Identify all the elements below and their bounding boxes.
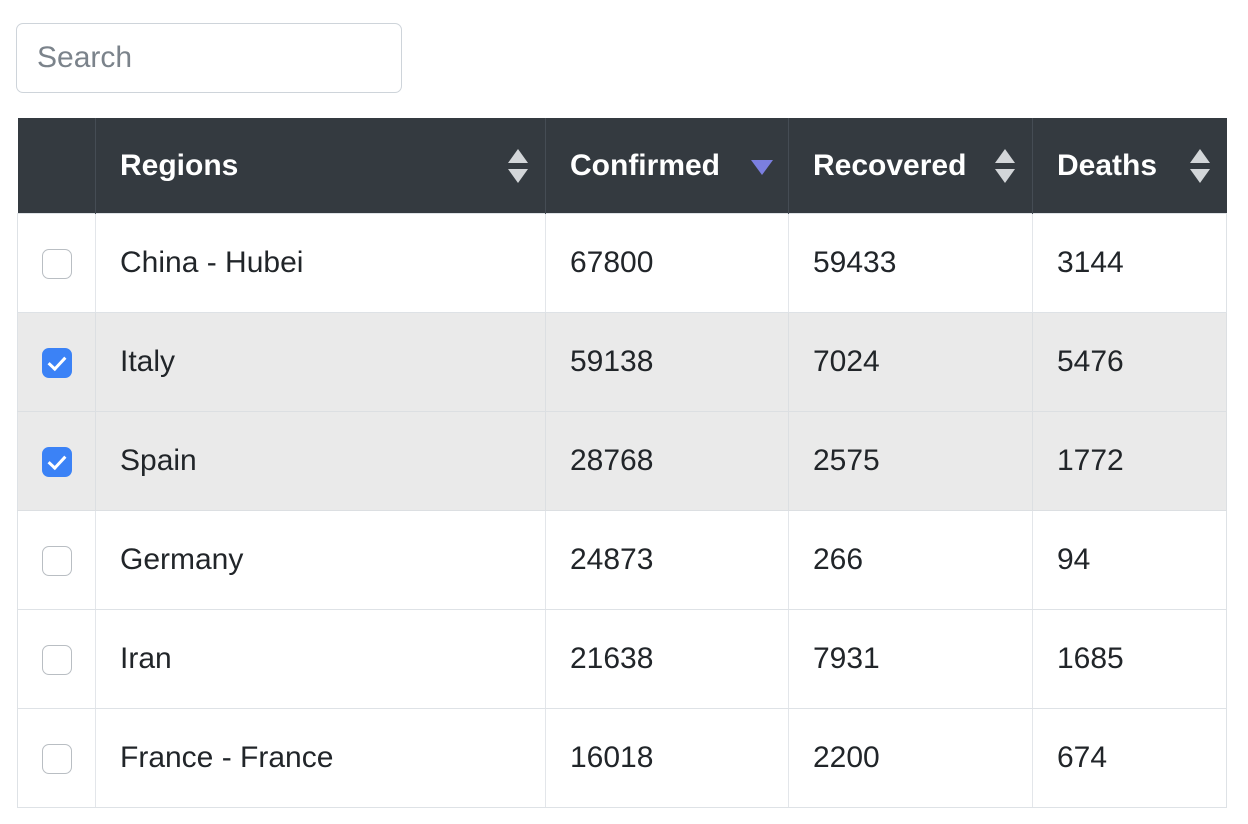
column-header-deaths-label: Deaths: [1057, 148, 1158, 182]
sort-desc-icon[interactable]: [751, 149, 773, 183]
column-header-select: [17, 118, 96, 214]
sort-both-icon[interactable]: [995, 148, 1015, 183]
cell-region: France - France: [95, 708, 546, 808]
cell-confirmed: 59138: [545, 312, 789, 412]
cell-region: Germany: [95, 510, 546, 610]
cell-recovered: 2575: [788, 411, 1033, 511]
search-container: [16, 23, 402, 93]
cell-confirmed: 24873: [545, 510, 789, 610]
cell-deaths: 3144: [1032, 213, 1227, 313]
column-header-deaths[interactable]: Deaths: [1032, 118, 1227, 214]
cell-region: China - Hubei: [95, 213, 546, 313]
table-body: China - Hubei 67800 59433 3144 Italy 591…: [17, 213, 1227, 808]
regions-table: Regions Confirmed Recovered Deaths China…: [17, 118, 1227, 808]
cell-recovered: 2200: [788, 708, 1033, 808]
row-checkbox[interactable]: [41, 249, 72, 280]
regions-table-container: Regions Confirmed Recovered Deaths China…: [17, 118, 1227, 808]
row-checkbox[interactable]: [41, 645, 72, 676]
row-select-cell[interactable]: [17, 213, 96, 313]
column-header-regions-label: Regions: [120, 148, 239, 182]
cell-deaths: 674: [1032, 708, 1227, 808]
row-select-cell[interactable]: [17, 609, 96, 709]
column-header-regions[interactable]: Regions: [95, 118, 546, 214]
sort-both-icon[interactable]: [508, 148, 528, 183]
row-checkbox[interactable]: [41, 744, 72, 775]
table-row[interactable]: France - France 16018 2200 674: [17, 708, 1227, 808]
cell-confirmed: 16018: [545, 708, 789, 808]
column-header-confirmed[interactable]: Confirmed: [545, 118, 789, 214]
cell-confirmed: 67800: [545, 213, 789, 313]
table-row[interactable]: Iran 21638 7931 1685: [17, 609, 1227, 709]
row-select-cell[interactable]: [17, 411, 96, 511]
row-select-cell[interactable]: [17, 312, 96, 412]
cell-region: Iran: [95, 609, 546, 709]
column-header-recovered[interactable]: Recovered: [788, 118, 1033, 214]
table-header: Regions Confirmed Recovered Deaths: [17, 118, 1227, 214]
cell-deaths: 94: [1032, 510, 1227, 610]
table-row[interactable]: Spain 28768 2575 1772: [17, 411, 1227, 511]
table-header-row: Regions Confirmed Recovered Deaths: [17, 118, 1227, 214]
cell-confirmed: 21638: [545, 609, 789, 709]
cell-recovered: 59433: [788, 213, 1033, 313]
column-header-recovered-label: Recovered: [813, 148, 967, 182]
row-checkbox[interactable]: [41, 546, 72, 577]
cell-deaths: 1685: [1032, 609, 1227, 709]
cell-region: Italy: [95, 312, 546, 412]
sort-both-icon[interactable]: [1189, 148, 1210, 183]
cell-deaths: 5476: [1032, 312, 1227, 412]
cell-recovered: 7024: [788, 312, 1033, 412]
row-checkbox[interactable]: [41, 348, 72, 379]
table-row[interactable]: Germany 24873 266 94: [17, 510, 1227, 610]
cell-recovered: 7931: [788, 609, 1033, 709]
row-checkbox[interactable]: [41, 447, 72, 478]
cell-confirmed: 28768: [545, 411, 789, 511]
search-input[interactable]: [16, 23, 402, 93]
row-select-cell[interactable]: [17, 510, 96, 610]
table-row[interactable]: China - Hubei 67800 59433 3144: [17, 213, 1227, 313]
cell-recovered: 266: [788, 510, 1033, 610]
table-row[interactable]: Italy 59138 7024 5476: [17, 312, 1227, 412]
row-select-cell[interactable]: [17, 708, 96, 808]
cell-region: Spain: [95, 411, 546, 511]
cell-deaths: 1772: [1032, 411, 1227, 511]
column-header-confirmed-label: Confirmed: [570, 148, 720, 182]
